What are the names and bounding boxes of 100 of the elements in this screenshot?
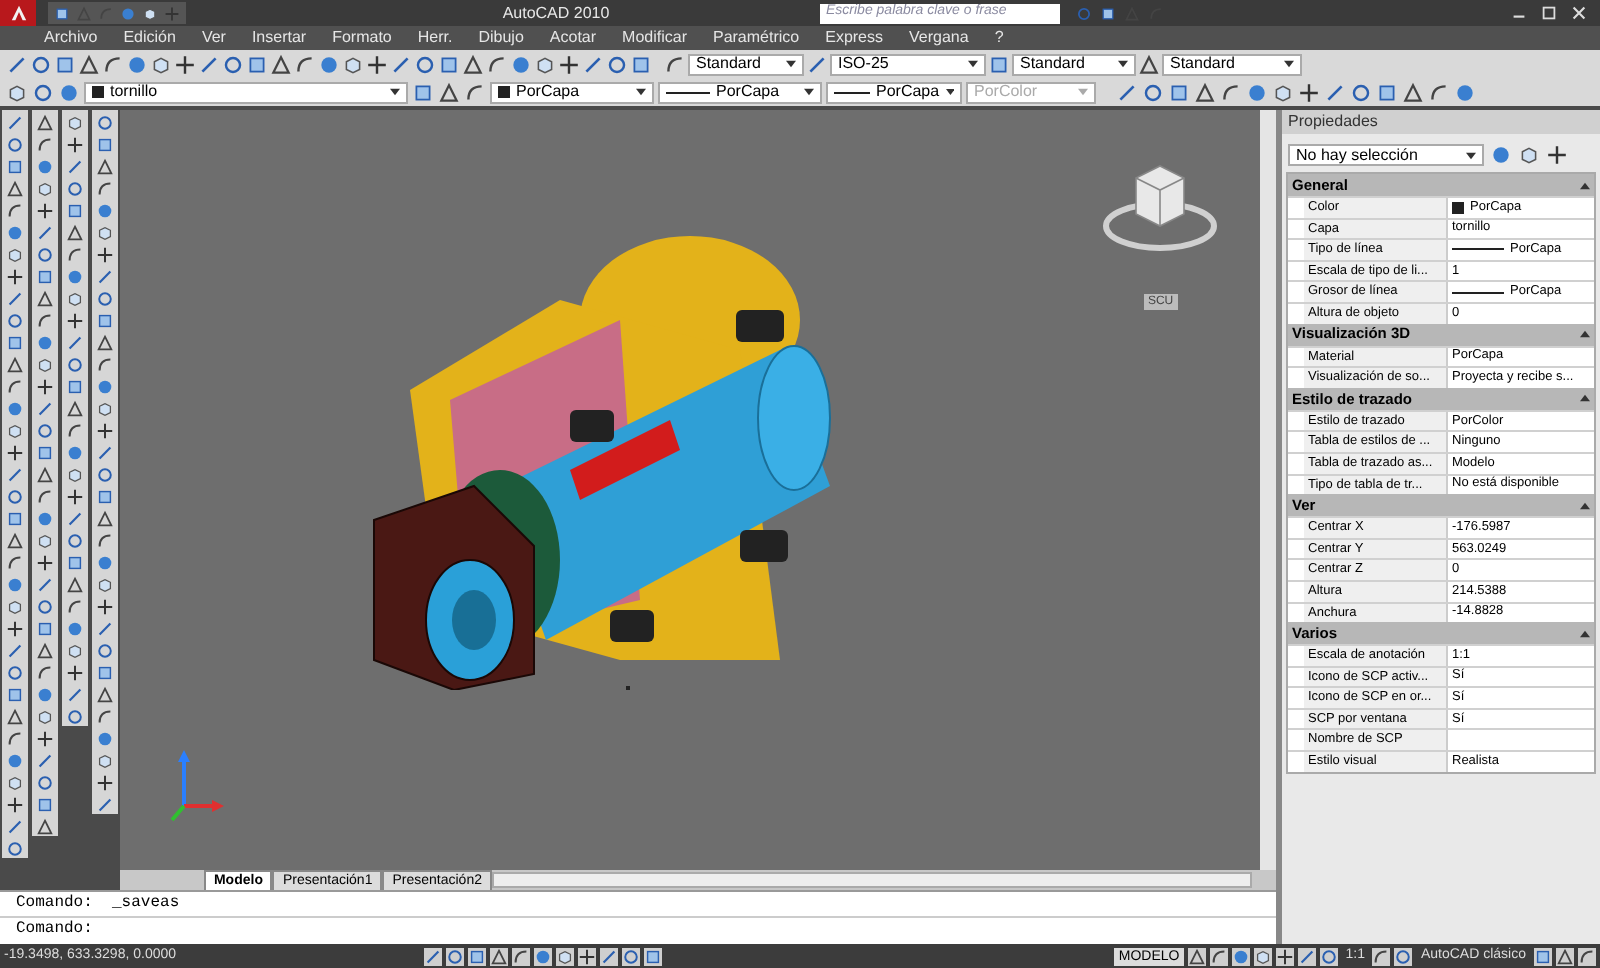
square-icon[interactable] [438, 53, 460, 75]
square-icon[interactable] [412, 81, 434, 103]
collapse-caret-icon[interactable] [1580, 181, 1590, 189]
circle-icon[interactable] [96, 642, 114, 660]
square-icon[interactable] [1376, 81, 1398, 103]
arc-icon[interactable] [1428, 81, 1450, 103]
move-arrows-icon[interactable] [36, 202, 54, 220]
triangle-icon[interactable] [462, 53, 484, 75]
line-icon[interactable] [1116, 81, 1138, 103]
arc-icon[interactable] [66, 598, 84, 616]
triangle-icon[interactable] [66, 400, 84, 418]
arc-icon[interactable] [96, 356, 114, 374]
move-arrows-icon[interactable] [6, 796, 24, 814]
menu-item[interactable]: Archivo [44, 30, 98, 46]
cube-icon[interactable] [36, 180, 54, 198]
cube-icon[interactable] [6, 598, 24, 616]
cube-icon[interactable] [1518, 144, 1540, 166]
triangle-icon[interactable] [66, 576, 84, 594]
line-icon[interactable] [6, 114, 24, 132]
cube-icon[interactable] [66, 642, 84, 660]
circle-icon[interactable] [622, 947, 640, 965]
circle-icon[interactable] [32, 81, 54, 103]
triangle-icon[interactable] [96, 686, 114, 704]
move-arrows-icon[interactable] [66, 488, 84, 506]
square-icon[interactable] [54, 5, 70, 21]
triangle-icon[interactable] [438, 81, 460, 103]
circle-icon[interactable] [414, 53, 436, 75]
circle-icon[interactable] [36, 774, 54, 792]
circle-icon[interactable] [6, 136, 24, 154]
triangle-icon[interactable] [1556, 947, 1574, 965]
move-arrows-icon[interactable] [66, 312, 84, 330]
arc-icon[interactable] [102, 53, 124, 75]
linetype-dropdown[interactable]: PorCapa [658, 81, 822, 103]
cube-icon[interactable] [66, 114, 84, 132]
move-arrows-icon[interactable] [558, 53, 580, 75]
triangle-icon[interactable] [270, 53, 292, 75]
arc-icon[interactable] [96, 708, 114, 726]
move-arrows-icon[interactable] [366, 53, 388, 75]
line-icon[interactable] [424, 947, 442, 965]
arc-icon[interactable] [664, 53, 686, 75]
menu-item[interactable]: Insertar [251, 30, 307, 46]
triangle-icon[interactable] [96, 334, 114, 352]
circle-icon[interactable] [446, 947, 464, 965]
line-icon[interactable] [96, 620, 114, 638]
triangle-icon[interactable] [36, 466, 54, 484]
arc-icon[interactable] [6, 730, 24, 748]
arc-icon[interactable] [6, 378, 24, 396]
arc-icon[interactable] [36, 664, 54, 682]
line-icon[interactable] [36, 576, 54, 594]
circle-icon[interactable] [96, 114, 114, 132]
triangle-icon[interactable] [36, 114, 54, 132]
line-icon[interactable] [806, 53, 828, 75]
cube-icon[interactable] [556, 947, 574, 965]
line-icon[interactable] [582, 53, 604, 75]
triangle-icon[interactable] [96, 510, 114, 528]
menu-item[interactable]: Formato [332, 30, 392, 46]
line-icon[interactable] [96, 796, 114, 814]
move-arrows-icon[interactable] [6, 268, 24, 286]
menu-item[interactable]: ? [994, 30, 1004, 46]
menu-item[interactable]: Acotar [549, 30, 597, 46]
circle-icon[interactable] [222, 53, 244, 75]
multileader-style-dropdown[interactable]: Standard [1162, 53, 1302, 75]
table-style-dropdown[interactable]: Standard [1012, 53, 1136, 75]
triangle-icon[interactable] [78, 53, 100, 75]
triangle-icon[interactable] [1187, 947, 1206, 965]
circle-icon[interactable] [66, 708, 84, 726]
sphere-icon[interactable] [1231, 947, 1250, 965]
move-arrows-icon[interactable] [36, 730, 54, 748]
line-icon[interactable] [6, 466, 24, 484]
menu-item[interactable]: Ver [201, 30, 226, 46]
circle-icon[interactable] [6, 488, 24, 506]
triangle-icon[interactable] [6, 708, 24, 726]
move-arrows-icon[interactable] [578, 947, 596, 965]
circle-icon[interactable] [6, 664, 24, 682]
arc-icon[interactable] [66, 422, 84, 440]
color-dropdown[interactable]: PorCapa [490, 81, 654, 103]
circle-icon[interactable] [6, 312, 24, 330]
move-arrows-icon[interactable] [66, 664, 84, 682]
cube-icon[interactable] [36, 708, 54, 726]
collapse-caret-icon[interactable] [1580, 629, 1590, 638]
cube-icon[interactable] [96, 400, 114, 418]
line-icon[interactable] [36, 400, 54, 418]
triangle-icon[interactable] [6, 532, 24, 550]
line-icon[interactable] [390, 53, 412, 75]
arc-icon[interactable] [512, 947, 530, 965]
square-icon[interactable] [1168, 81, 1190, 103]
horizontal-scrollbar[interactable] [492, 872, 1252, 888]
cube-icon[interactable] [66, 466, 84, 484]
menu-item[interactable]: Express [825, 30, 884, 46]
line-icon[interactable] [6, 642, 24, 660]
circle-icon[interactable] [66, 356, 84, 374]
sphere-icon[interactable] [1490, 144, 1512, 166]
circle-icon[interactable] [1142, 81, 1164, 103]
command-prompt[interactable]: Comando: [0, 918, 1276, 942]
circle-icon[interactable] [1350, 81, 1372, 103]
menu-item[interactable]: Paramétrico [712, 30, 800, 46]
menu-item[interactable]: Herr. [417, 30, 453, 46]
line-icon[interactable] [1297, 947, 1316, 965]
line-icon[interactable] [66, 158, 84, 176]
arc-icon[interactable] [66, 246, 84, 264]
